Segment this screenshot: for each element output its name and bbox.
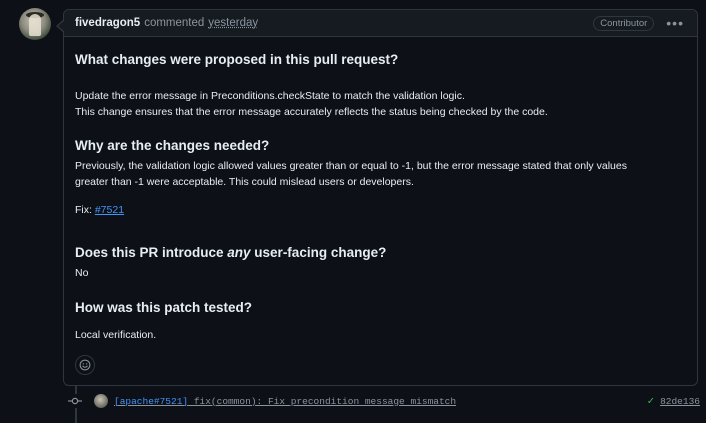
body-line: This change ensures that the error messa… [75,106,548,118]
fix-line: Fix: #7521 [75,202,124,218]
commit-issue-ref[interactable]: [apache#7521] [114,396,188,407]
issue-link[interactable]: #7521 [95,204,124,216]
body-line: Previously, the validation logic allowed… [75,160,627,172]
comment-container: fivedragon5 commented yesterday Contribu… [56,9,698,386]
commit-row: [apache#7521] fix(common): Fix precondit… [68,392,700,410]
smiley-icon [79,359,91,371]
section-heading-changes: What changes were proposed in this pull … [75,52,399,67]
comment-header: fivedragon5 commented yesterday Contribu… [64,10,697,37]
fix-label: Fix: [75,204,92,216]
check-icon[interactable]: ✓ [647,394,654,408]
section-body-tested: Local verification. [75,329,157,341]
section-body-changes: Update the error message in Precondition… [75,88,675,120]
add-reaction-button[interactable] [75,355,95,375]
heading-text: Does this PR introduce [75,245,228,260]
comment-action: commented [144,17,205,29]
body-line: Update the error message in Precondition… [75,90,465,102]
heading-emphasis: any [227,245,251,260]
commit-sha[interactable]: 82de136 [660,396,700,407]
section-heading-why: Why are the changes needed? [75,138,270,153]
author-avatar[interactable] [19,8,51,40]
git-commit-icon [68,394,82,408]
commit-status: ✓ 82de136 [647,394,700,409]
section-heading-user-facing: Does this PR introduce any user-facing c… [75,244,386,261]
section-body-why: Previously, the validation logic allowed… [75,158,675,190]
commit-message[interactable]: fix(common): Fix precondition message mi… [188,396,456,407]
section-body-user-facing: No [75,267,89,279]
comment-timestamp[interactable]: yesterday [208,17,258,29]
commit-message-link[interactable]: [apache#7521] fix(common): Fix precondit… [114,396,456,407]
contributor-badge: Contributor [593,15,655,31]
section-heading-tested: How was this patch tested? [75,300,253,315]
commit-author-avatar[interactable] [94,394,108,408]
author-link[interactable]: fivedragon5 [75,17,140,29]
heading-text: user-facing change? [250,245,387,260]
kebab-horizontal-icon[interactable]: ••• [666,15,684,31]
body-line: greater than -1 were acceptable. This co… [75,176,414,188]
